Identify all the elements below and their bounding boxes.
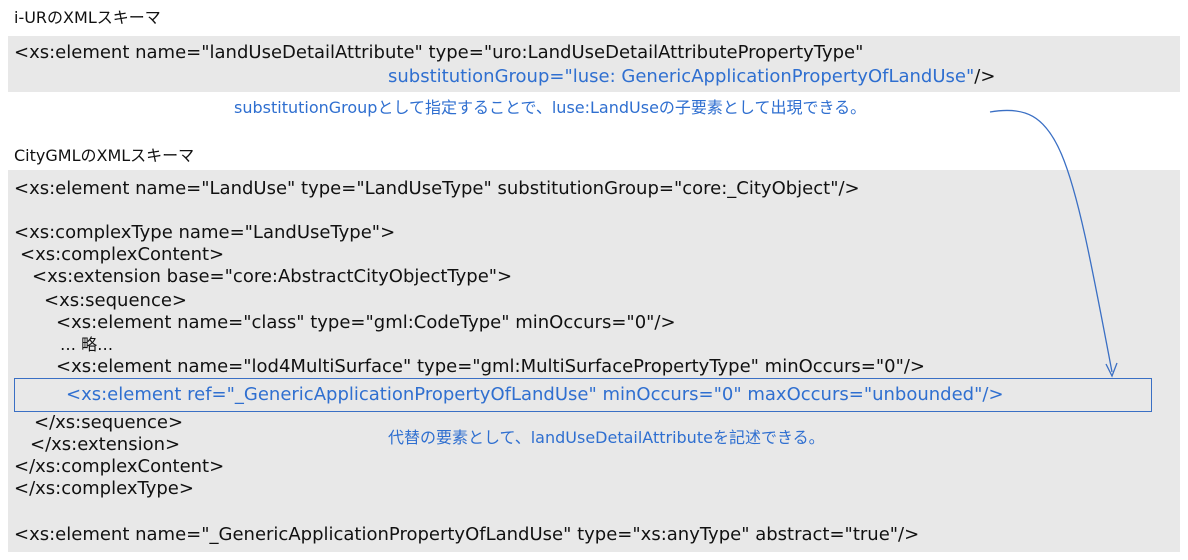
citygml-line-sequence-open: <xs:sequence> — [44, 290, 187, 311]
citygml-schema-title: CityGMLのXMLスキーマ — [14, 146, 195, 165]
citygml-line-lod4-element: <xs:element name="lod4MultiSurface" type… — [56, 356, 926, 377]
iur-note: substitutionGroupとして指定することで、luse:LandUse… — [234, 98, 867, 117]
citygml-line-complextype-close: </xs:complexType> — [14, 478, 194, 499]
citygml-line-complexcontent-close: </xs:complexContent> — [14, 456, 225, 477]
iur-schema-title: i-URのXMLスキーマ — [14, 8, 161, 27]
citygml-line-omitted: … 略… — [60, 335, 114, 354]
citygml-line-class-element: <xs:element name="class" type="gml:CodeT… — [56, 312, 676, 333]
iur-substitution-group: substitutionGroup="luse: GenericApplicat… — [388, 66, 975, 87]
citygml-line-complextype-open: <xs:complexType name="LandUseType"> — [14, 222, 396, 243]
citygml-line-extension-open: <xs:extension base="core:AbstractCityObj… — [32, 266, 513, 287]
citygml-line-sequence-close: </xs:sequence> — [34, 412, 184, 433]
iur-code-line-1: <xs:element name="landUseDetailAttribute… — [14, 42, 864, 63]
iur-line-2-tail: /> — [974, 66, 996, 87]
citygml-line-generic-element: <xs:element name="_GenericApplicationPro… — [14, 524, 920, 545]
citygml-line-extension-close: </xs:extension> — [30, 434, 181, 455]
citygml-line-landuse-element: <xs:element name="LandUse" type="LandUse… — [14, 178, 860, 199]
citygml-line-complexcontent-open: <xs:complexContent> — [20, 244, 225, 265]
citygml-note: 代替の要素として、landUseDetailAttributeを記述できる。 — [388, 428, 825, 447]
citygml-line-generic-ref: <xs:element ref="_GenericApplicationProp… — [66, 384, 1004, 405]
iur-code-line-2: substitutionGroup="luse: GenericApplicat… — [388, 66, 995, 88]
